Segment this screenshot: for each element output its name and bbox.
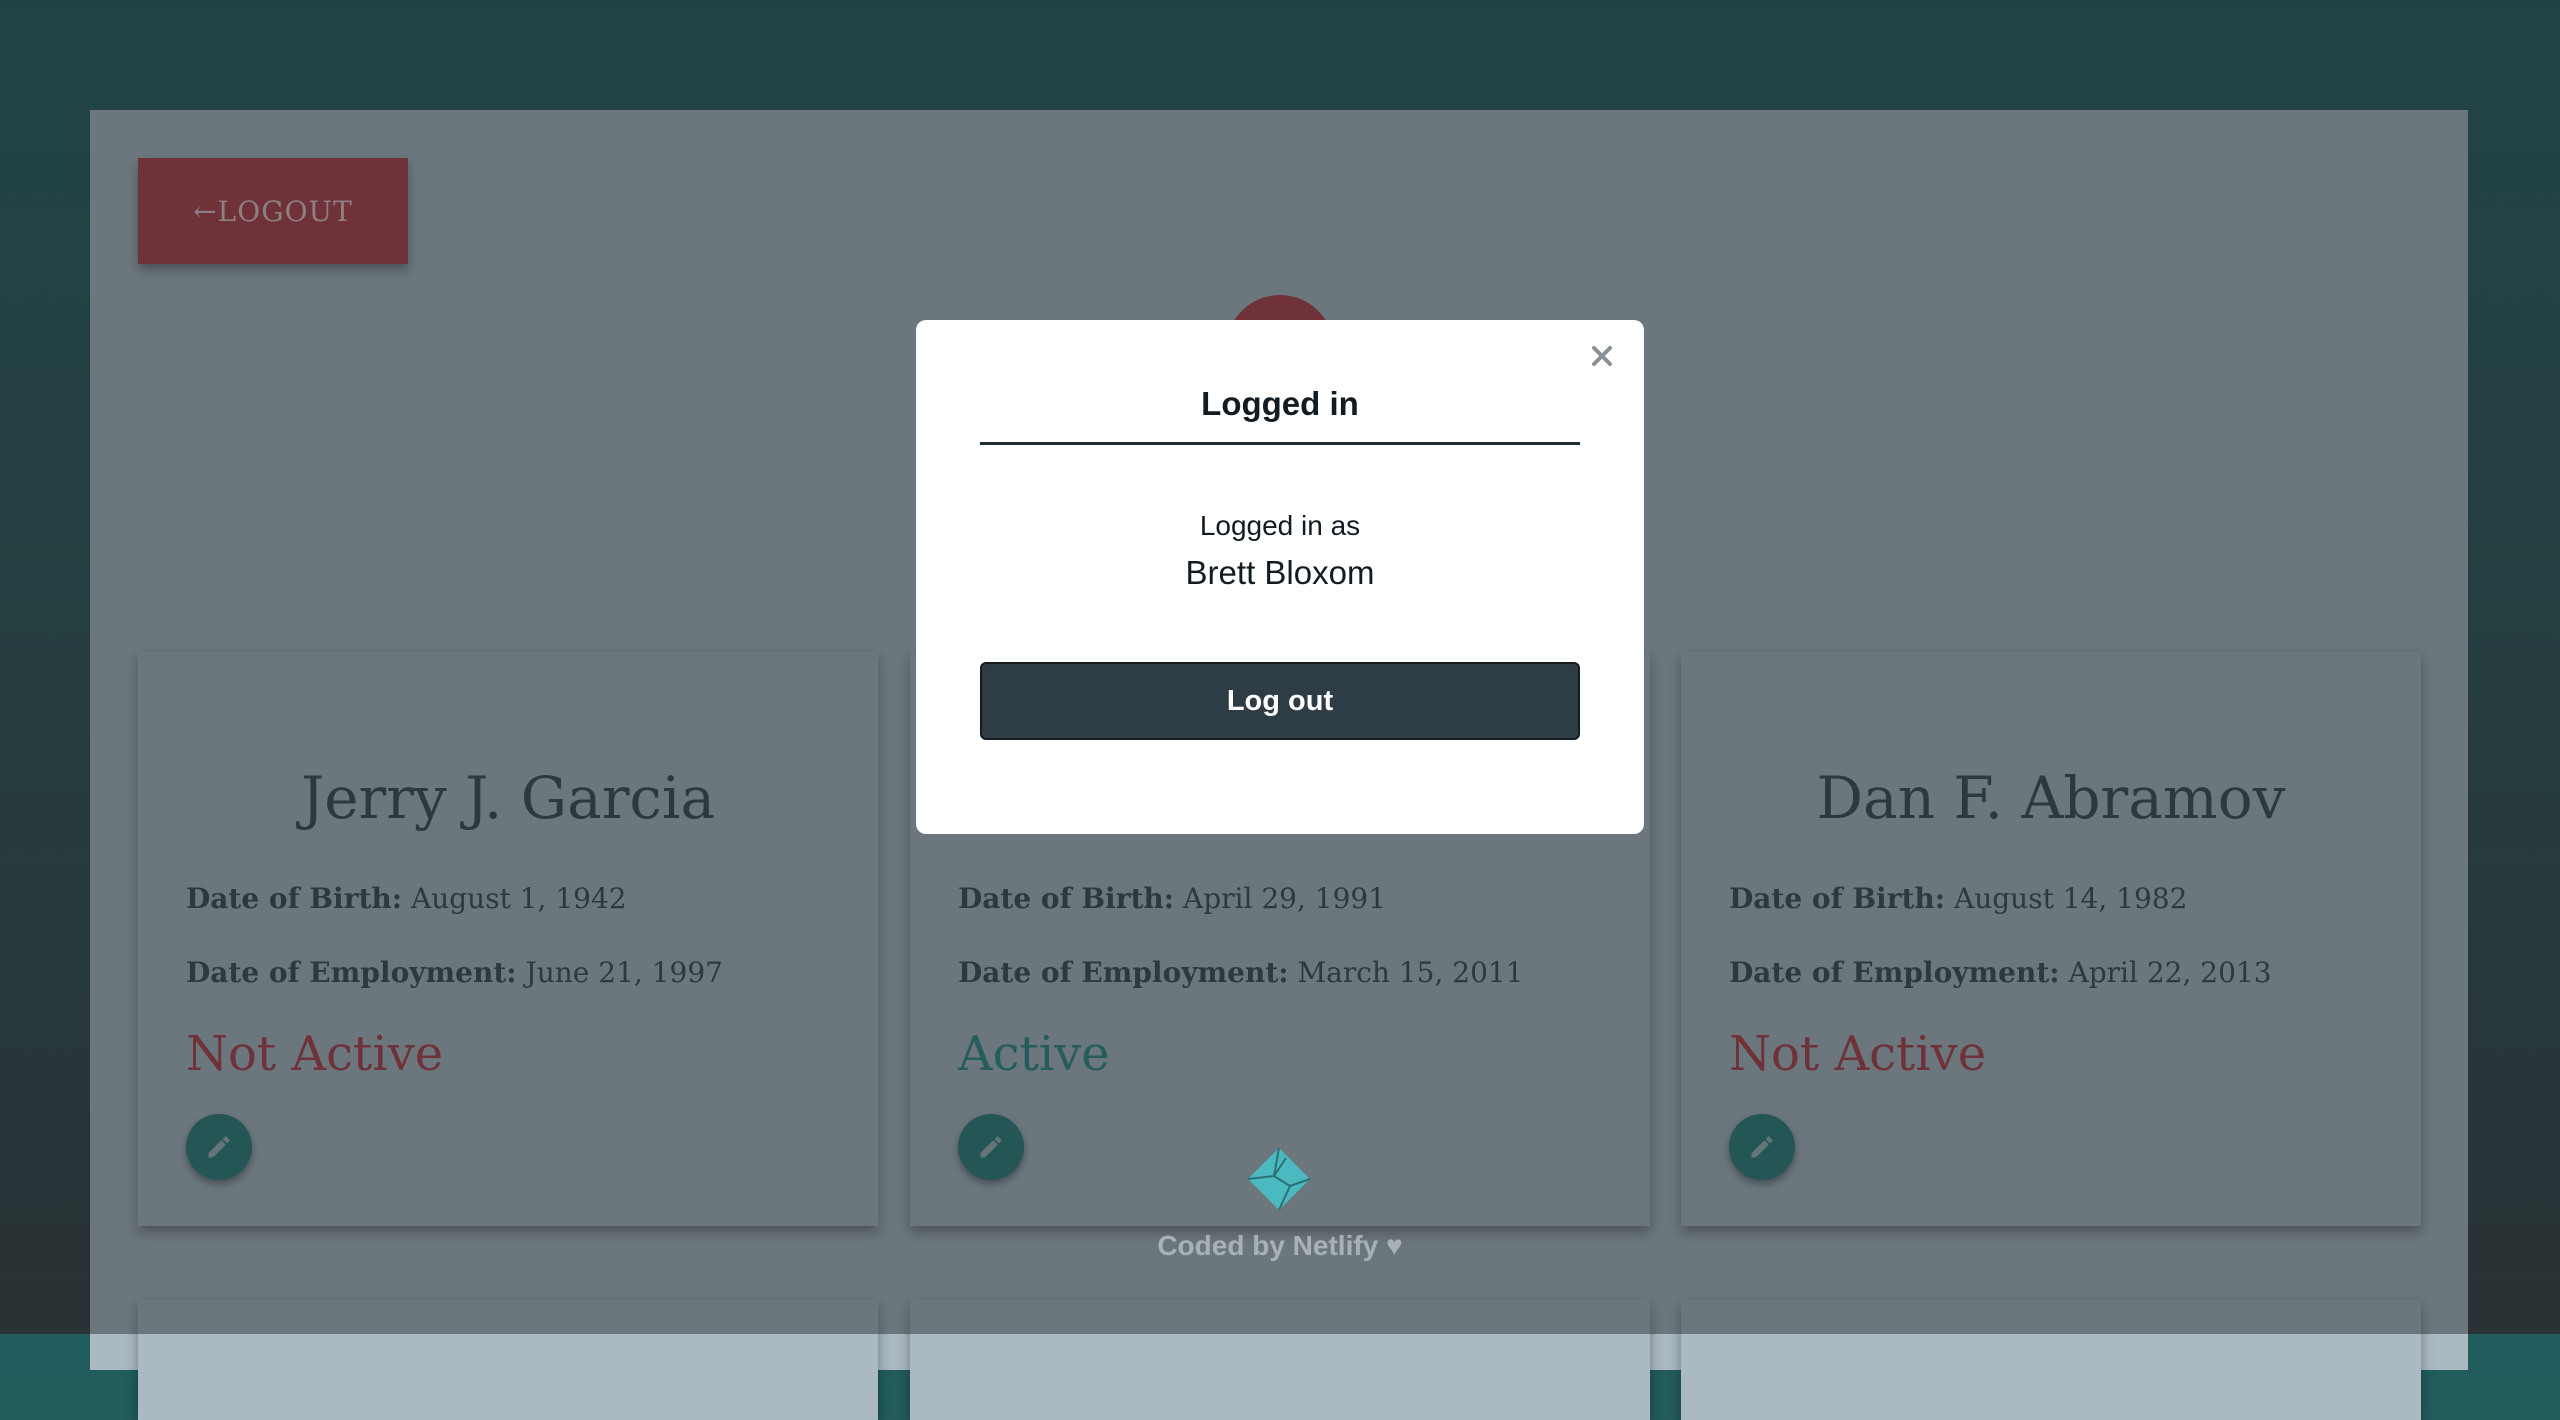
close-button[interactable] [1580, 334, 1624, 378]
modal-title: Logged in [980, 382, 1580, 445]
netlify-logo-icon [1246, 1146, 1312, 1212]
logged-in-user: Brett Bloxom [1185, 554, 1375, 591]
close-icon [1592, 346, 1612, 366]
logged-in-modal: Logged in Logged in as Brett Bloxom Log … [916, 320, 1644, 834]
log-out-button[interactable]: Log out [980, 662, 1580, 740]
footer-credit: Coded by Netlify ♥ [1157, 1230, 1403, 1261]
modal-subtitle: Logged in as [1199, 510, 1361, 541]
